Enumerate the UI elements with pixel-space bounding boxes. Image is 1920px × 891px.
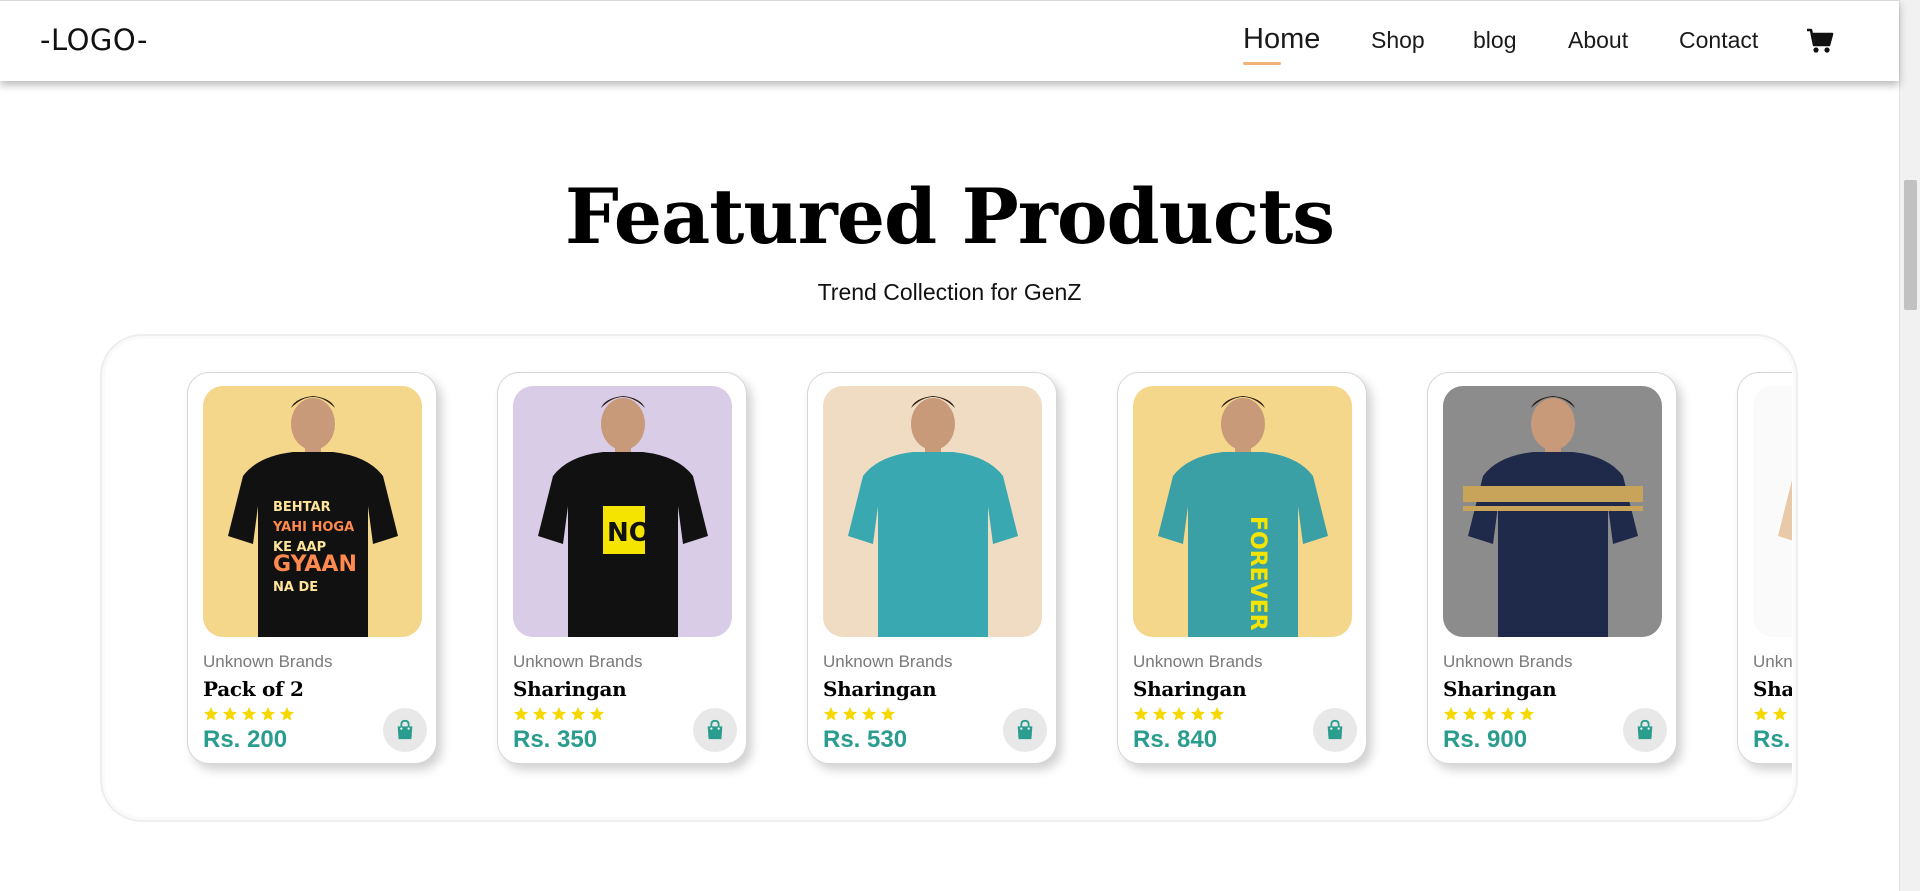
product-name[interactable]: Pack of 2	[203, 677, 304, 701]
product-card[interactable]: BEHTAR YAHI HOGA KE AAP GYAAN NA DE Unknown …	[187, 372, 437, 764]
product-rating	[823, 706, 896, 724]
nav-blog[interactable]: blog	[1473, 27, 1516, 54]
product-brand: Unknown Brands	[1753, 652, 1792, 671]
add-to-cart-button[interactable]	[1623, 708, 1667, 752]
add-to-cart-button[interactable]	[383, 708, 427, 752]
svg-text:FOREVER: FOREVER	[1245, 516, 1270, 631]
star-icon	[1501, 707, 1515, 721]
product-brand: Unknown Brands	[823, 652, 953, 671]
star-icon	[881, 707, 895, 721]
product-rating	[1753, 706, 1792, 724]
star-icon	[1773, 707, 1787, 721]
product-card[interactable]: Unknown Brands Sharingan Rs. 530	[807, 372, 1057, 764]
product-image[interactable]	[1753, 386, 1792, 637]
product-carousel[interactable]: BEHTAR YAHI HOGA KE AAP GYAAN NA DE Unknown …	[107, 340, 1792, 780]
product-price: Rs. 900	[1753, 726, 1792, 753]
product-name[interactable]: Sharingan	[1753, 677, 1792, 701]
nav-blog-label: blog	[1473, 27, 1517, 53]
star-icon	[1791, 706, 1792, 722]
star-icon	[552, 707, 566, 721]
product-name[interactable]: Sharingan	[513, 677, 627, 701]
main-nav: Home Shop blog About Contact	[0, 1, 1899, 82]
product-card[interactable]: FOREVER Unknown Brands Sharingan Rs. 840	[1117, 372, 1367, 764]
star-icon	[1520, 707, 1534, 721]
product-rating	[513, 706, 605, 724]
product-price: Rs. 900	[1443, 726, 1528, 753]
product-image[interactable]	[823, 386, 1042, 637]
product-price: Rs. 200	[203, 726, 288, 753]
star-icon	[242, 707, 256, 721]
star-icon	[1134, 707, 1148, 721]
svg-text:YAHI HOGA: YAHI HOGA	[272, 520, 354, 535]
product-brand: Unknown Brands	[1133, 652, 1263, 671]
nav-home[interactable]: Home	[1243, 23, 1321, 65]
product-brand: Unknown Brands	[513, 652, 643, 671]
product-price: Rs. 840	[1133, 726, 1218, 753]
star-icon	[1463, 707, 1477, 721]
product-rating	[1443, 706, 1535, 724]
product-image[interactable]: NO	[513, 386, 732, 637]
star-icon	[1210, 707, 1224, 721]
nav-shop-label: Shop	[1371, 27, 1425, 53]
product-rating	[203, 706, 295, 724]
star-icon	[514, 707, 528, 721]
product-image[interactable]: FOREVER	[1133, 386, 1352, 637]
product-card[interactable]: NO Unknown Brands Sharingan Rs. 350	[497, 372, 747, 764]
add-to-cart-button[interactable]	[1313, 708, 1357, 752]
add-to-cart-button[interactable]	[1003, 708, 1047, 752]
product-card[interactable]: Unknown Brands Sharingan Rs. 900	[1427, 372, 1677, 764]
shopping-bag-icon	[1017, 719, 1033, 740]
svg-text:NO: NO	[607, 518, 651, 548]
star-icon	[824, 707, 838, 721]
nav-active-underline	[1243, 62, 1281, 65]
product-image[interactable]	[1443, 386, 1662, 637]
svg-text:NA DE: NA DE	[273, 580, 318, 595]
star-icon	[843, 707, 857, 721]
site-header: -LOGO- Home Shop blog About Contact	[0, 0, 1899, 81]
shopping-bag-icon	[1327, 719, 1343, 740]
shopping-bag-icon	[397, 719, 413, 740]
product-price: Rs. 530	[823, 726, 908, 753]
product-name[interactable]: Sharingan	[823, 677, 937, 701]
star-icon	[1754, 707, 1768, 721]
nav-about[interactable]: About	[1568, 27, 1628, 54]
star-icon	[1482, 707, 1496, 721]
nav-home-label: Home	[1243, 23, 1321, 55]
shopping-cart-icon[interactable]	[1806, 28, 1834, 54]
nav-about-label: About	[1568, 27, 1629, 53]
product-brand: Unknown Brands	[1443, 652, 1573, 671]
product-image[interactable]: BEHTAR YAHI HOGA KE AAP GYAAN NA DE	[203, 386, 422, 637]
star-icon	[1172, 707, 1186, 721]
star-icon	[1191, 707, 1205, 721]
product-card[interactable]: Unknown Brands Sharingan Rs. 900	[1737, 372, 1792, 764]
star-icon	[1153, 707, 1167, 721]
page-scrollbar[interactable]	[1899, 0, 1920, 891]
nav-shop[interactable]: Shop	[1371, 27, 1425, 54]
star-icon	[280, 707, 294, 721]
nav-contact[interactable]: Contact	[1679, 27, 1758, 54]
star-icon	[590, 707, 604, 721]
add-to-cart-button[interactable]	[693, 708, 737, 752]
star-icon	[204, 707, 218, 721]
product-name[interactable]: Sharingan	[1443, 677, 1557, 701]
star-icon	[261, 707, 275, 721]
scrollbar-thumb[interactable]	[1904, 180, 1917, 310]
star-icon	[533, 707, 547, 721]
product-brand: Unknown Brands	[203, 652, 333, 671]
shopping-bag-icon	[707, 719, 723, 740]
product-name[interactable]: Sharingan	[1133, 677, 1247, 701]
svg-text:BEHTAR: BEHTAR	[273, 500, 331, 515]
section-title: Featured Products	[564, 172, 1335, 261]
product-rating	[1133, 706, 1225, 724]
star-icon	[1444, 707, 1458, 721]
product-price: Rs. 350	[513, 726, 598, 753]
section-subtitle: Trend Collection for GenZ	[817, 279, 1082, 305]
star-icon	[862, 707, 876, 721]
svg-text:GYAAN: GYAAN	[273, 552, 357, 577]
star-icon	[223, 707, 237, 721]
star-icon	[571, 707, 585, 721]
nav-contact-label: Contact	[1679, 27, 1759, 53]
shopping-bag-icon	[1637, 719, 1653, 740]
